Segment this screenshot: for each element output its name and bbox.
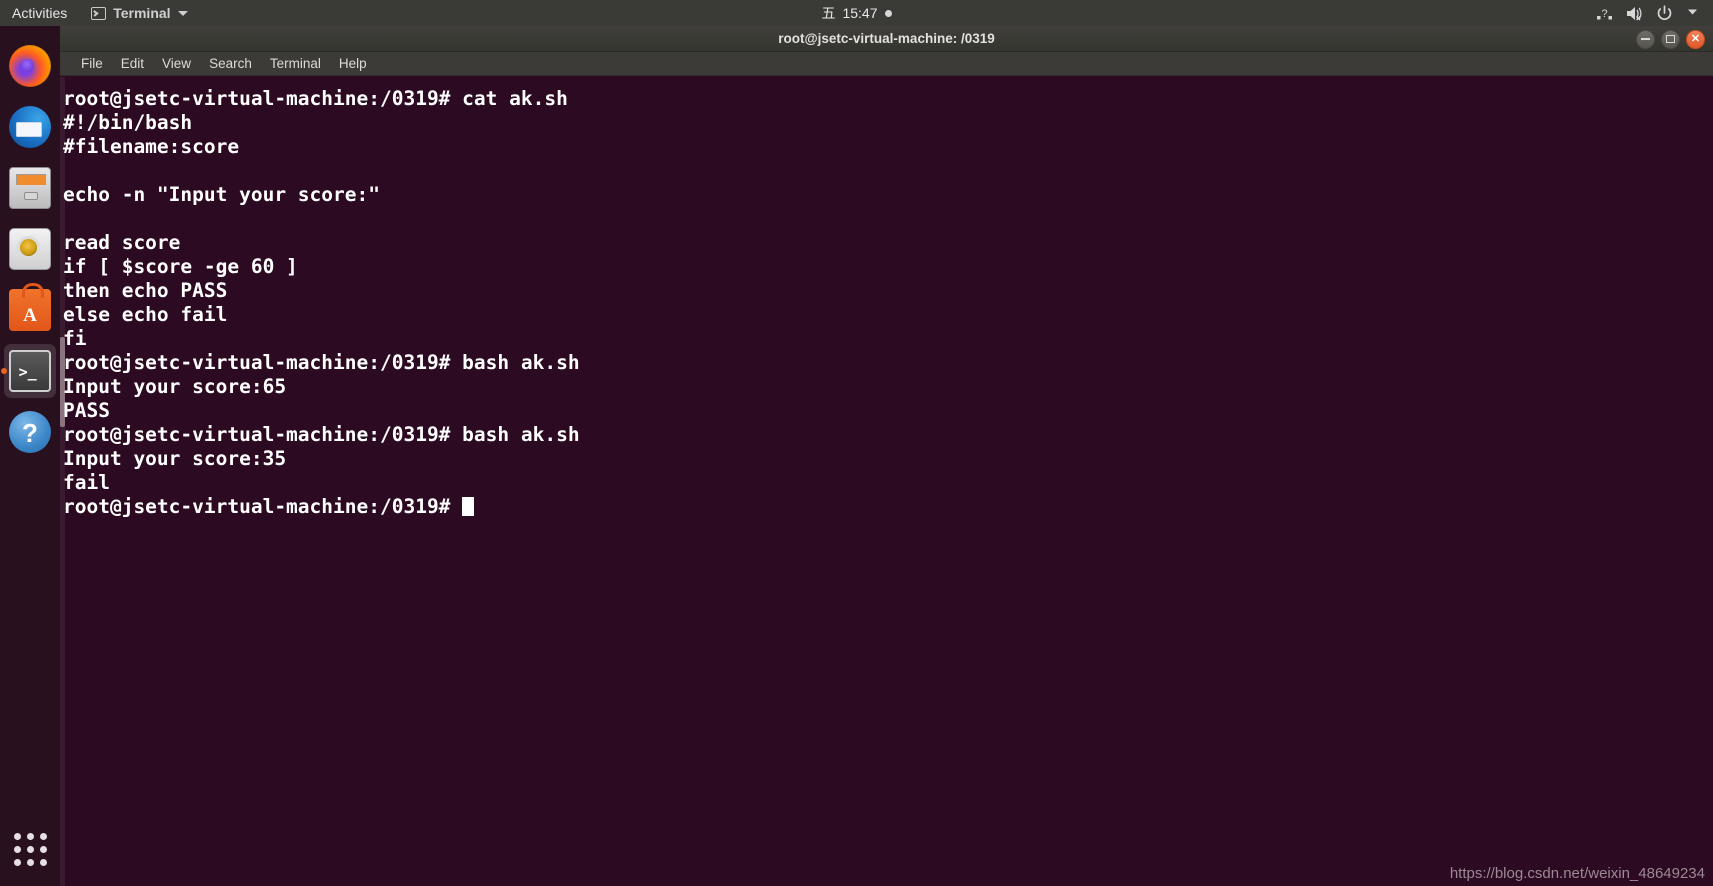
show-applications-button[interactable] — [0, 826, 60, 872]
ubuntu-software-icon — [9, 283, 51, 331]
chevron-down-icon — [177, 10, 188, 16]
terminal-icon: >_ — [9, 350, 51, 392]
terminal-line: root@jsetc-virtual-machine:/0319# cat ak… — [63, 87, 568, 110]
menu-help[interactable]: Help — [330, 54, 376, 73]
app-menu-terminal[interactable]: Terminal — [91, 5, 188, 21]
terminal-window: root@jsetc-virtual-machine: /0319 ✕ File… — [60, 26, 1713, 886]
terminal-line: #!/bin/bash — [63, 111, 193, 134]
menu-file[interactable]: File — [72, 54, 112, 73]
volume-muted-icon — [1626, 5, 1643, 22]
terminal-line: Input your score:35 — [63, 447, 287, 470]
terminal-prompt-text: root@jsetc-virtual-machine:/0319# — [63, 495, 463, 518]
terminal-icon — [91, 6, 107, 20]
help-icon — [9, 411, 51, 453]
activities-button[interactable]: Activities — [0, 0, 79, 26]
menu-view[interactable]: View — [153, 54, 200, 73]
terminal-line: #filename:score — [63, 135, 240, 158]
terminal-line: then echo PASS — [63, 279, 228, 302]
terminal-line: read score — [63, 231, 181, 254]
ubuntu-dock: >_ — [0, 26, 60, 886]
rhythmbox-icon — [9, 228, 51, 270]
dock-item-help[interactable] — [0, 402, 60, 462]
terminal-line: echo -n "Input your score:" — [63, 183, 380, 206]
firefox-icon — [9, 45, 51, 87]
clock-time: 15:47 — [842, 5, 878, 21]
running-indicator-dot — [1, 368, 7, 374]
menu-bar: File Edit View Search Terminal Help — [60, 52, 1713, 76]
grid-icon — [13, 832, 47, 866]
chevron-down-icon — [1686, 5, 1703, 22]
terminal-prompt-line: root@jsetc-virtual-machine:/0319# — [63, 495, 580, 519]
terminal-line: Input your score:65 — [63, 375, 287, 398]
thunderbird-icon — [9, 106, 51, 148]
maximize-button[interactable] — [1661, 29, 1680, 49]
terminal-line: root@jsetc-virtual-machine:/0319# bash a… — [63, 423, 580, 446]
terminal-cursor — [462, 497, 475, 516]
dock-item-terminal[interactable]: >_ — [0, 341, 60, 401]
minimize-button[interactable] — [1636, 29, 1655, 49]
clock-day: 五 — [821, 6, 836, 22]
terminal-line: else echo fail — [63, 303, 228, 326]
terminal-text: root@jsetc-virtual-machine:/0319# cat ak… — [63, 87, 580, 519]
files-icon — [9, 167, 51, 209]
system-tray[interactable]: ? — [1596, 0, 1703, 26]
app-menu-label: Terminal — [113, 5, 171, 21]
menu-search[interactable]: Search — [200, 54, 261, 73]
terminal-line: fail — [63, 471, 110, 494]
window-title: root@jsetc-virtual-machine: /0319 — [778, 31, 995, 46]
terminal-line: root@jsetc-virtual-machine:/0319# bash a… — [63, 351, 580, 374]
dock-item-firefox[interactable] — [0, 36, 60, 96]
terminal-line: PASS — [63, 399, 110, 422]
power-icon — [1656, 4, 1673, 22]
close-button[interactable]: ✕ — [1686, 29, 1705, 49]
window-titlebar[interactable]: root@jsetc-virtual-machine: /0319 ✕ — [60, 26, 1713, 52]
notification-dot-icon — [884, 9, 892, 17]
dock-item-files[interactable] — [0, 158, 60, 218]
menu-terminal[interactable]: Terminal — [261, 54, 330, 73]
gnome-top-bar: Activities Terminal 五 15:47 ? — [0, 0, 1713, 26]
terminal-line: fi — [63, 327, 87, 350]
terminal-prompt-glyph: >_ — [18, 362, 37, 381]
menu-edit[interactable]: Edit — [112, 54, 153, 73]
dock-item-rhythmbox[interactable] — [0, 219, 60, 279]
network-question-icon: ? — [1596, 5, 1613, 22]
terminal-line: if [ $score -ge 60 ] — [63, 255, 298, 278]
watermark-text: https://blog.csdn.net/weixin_48649234 — [1449, 865, 1705, 882]
svg-text:?: ? — [1601, 8, 1607, 20]
terminal-output-area[interactable]: root@jsetc-virtual-machine:/0319# cat ak… — [60, 77, 1713, 886]
dock-item-ubuntu-software[interactable] — [0, 280, 60, 340]
dock-item-thunderbird[interactable] — [0, 97, 60, 157]
clock-button[interactable]: 五 15:47 — [757, 3, 957, 23]
window-controls: ✕ — [1636, 26, 1705, 52]
